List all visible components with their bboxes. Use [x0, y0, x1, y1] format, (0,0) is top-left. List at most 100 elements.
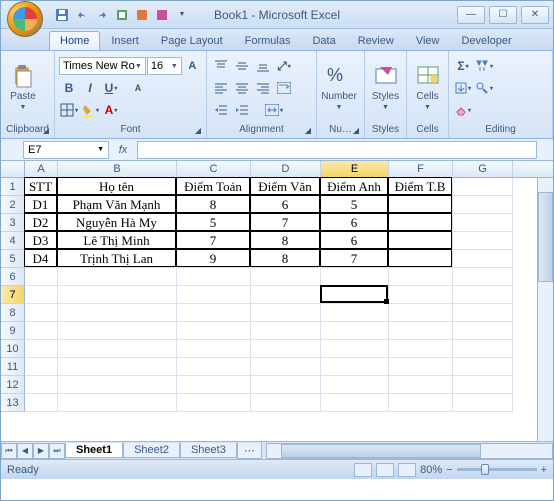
zoom-level[interactable]: 80%	[420, 464, 442, 476]
cell-C12[interactable]	[177, 376, 251, 394]
cell-F7[interactable]	[389, 286, 453, 304]
row-header-1[interactable]: 1	[1, 178, 25, 196]
tab-home[interactable]: Home	[49, 31, 100, 50]
zoom-in-button[interactable]: +	[541, 464, 547, 476]
cell-A13[interactable]	[25, 394, 58, 412]
cell-F6[interactable]	[389, 268, 453, 286]
shrink-font-button[interactable]: A	[128, 78, 148, 98]
cell-C6[interactable]	[177, 268, 251, 286]
cell-B12[interactable]	[58, 376, 177, 394]
clear-button[interactable]: ▾	[453, 100, 473, 120]
cell-C3[interactable]: 5	[176, 213, 250, 231]
tab-data[interactable]: Data	[301, 31, 346, 50]
sheet-nav-first[interactable]: ⏮	[1, 443, 17, 459]
column-header-C[interactable]: C	[177, 161, 251, 177]
cell-B3[interactable]: Nguyễn Hà My	[57, 213, 176, 231]
cell-A7[interactable]	[25, 286, 58, 304]
hscroll-thumb[interactable]	[281, 444, 481, 458]
sheet-tab-2[interactable]: Sheet2	[123, 443, 180, 458]
cell-D10[interactable]	[251, 340, 321, 358]
row-header-13[interactable]: 13	[1, 394, 25, 412]
sheet-nav-prev[interactable]: ◀	[17, 443, 33, 459]
cell-G4[interactable]	[453, 232, 513, 250]
qat-icon-3[interactable]	[153, 6, 171, 24]
cell-F8[interactable]	[389, 304, 453, 322]
page-layout-view-button[interactable]	[376, 463, 394, 477]
cell-C9[interactable]	[177, 322, 251, 340]
cell-E7[interactable]	[321, 286, 389, 304]
cell-C8[interactable]	[177, 304, 251, 322]
cell-E13[interactable]	[321, 394, 389, 412]
select-all-corner[interactable]	[1, 161, 25, 177]
page-break-view-button[interactable]	[398, 463, 416, 477]
cell-E12[interactable]	[321, 376, 389, 394]
close-button[interactable]: ✕	[521, 6, 549, 24]
cell-A3[interactable]: D2	[24, 213, 57, 231]
autosum-button[interactable]: Σ▾	[453, 56, 473, 76]
paste-button[interactable]: Paste ▼	[5, 56, 41, 120]
row-header-12[interactable]: 12	[1, 376, 25, 394]
cell-B4[interactable]: Lê Thị Minh	[57, 231, 176, 249]
alignment-launcher[interactable]: ◢	[302, 124, 314, 136]
cell-F11[interactable]	[389, 358, 453, 376]
zoom-out-button[interactable]: −	[446, 464, 452, 476]
cell-F10[interactable]	[389, 340, 453, 358]
font-color-button[interactable]: A▾	[101, 100, 121, 120]
fill-color-button[interactable]: ▾	[80, 100, 100, 120]
cell-B2[interactable]: Phạm Văn Mạnh	[57, 195, 176, 213]
row-header-4[interactable]: 4	[1, 232, 25, 250]
formula-input[interactable]	[137, 141, 537, 159]
sheet-nav-last[interactable]: ⏭	[49, 443, 65, 459]
bold-button[interactable]: B	[59, 78, 79, 98]
cell-E4[interactable]: 6	[320, 231, 388, 249]
align-right-button[interactable]	[253, 78, 273, 98]
cell-C2[interactable]: 8	[176, 195, 250, 213]
clipboard-launcher[interactable]: ◢	[40, 124, 52, 136]
undo-icon[interactable]	[73, 6, 91, 24]
cell-C11[interactable]	[177, 358, 251, 376]
font-size-combo[interactable]: 16▼	[147, 57, 182, 75]
column-header-E[interactable]: E	[321, 161, 389, 177]
column-header-A[interactable]: A	[25, 161, 58, 177]
save-icon[interactable]	[53, 6, 71, 24]
cell-G8[interactable]	[453, 304, 513, 322]
column-header-B[interactable]: B	[58, 161, 177, 177]
cell-D4[interactable]: 8	[250, 231, 320, 249]
cell-F13[interactable]	[389, 394, 453, 412]
cell-C1[interactable]: Điểm Toán	[176, 177, 250, 195]
cell-E10[interactable]	[321, 340, 389, 358]
cell-F12[interactable]	[389, 376, 453, 394]
align-bottom-button[interactable]	[253, 56, 273, 76]
align-center-button[interactable]	[232, 78, 252, 98]
tab-developer[interactable]: Developer	[450, 31, 522, 50]
cell-G9[interactable]	[453, 322, 513, 340]
cell-G1[interactable]	[453, 178, 513, 196]
decrease-indent-button[interactable]	[211, 100, 231, 120]
cell-E2[interactable]: 5	[320, 195, 388, 213]
find-select-button[interactable]: ▾	[474, 78, 494, 98]
cell-B1[interactable]: Họ tên	[57, 177, 176, 195]
cell-G10[interactable]	[453, 340, 513, 358]
normal-view-button[interactable]	[354, 463, 372, 477]
cell-D1[interactable]: Điểm Văn	[250, 177, 320, 195]
column-header-D[interactable]: D	[251, 161, 321, 177]
sort-filter-button[interactable]: ▾	[474, 56, 494, 76]
row-header-10[interactable]: 10	[1, 340, 25, 358]
cell-C10[interactable]	[177, 340, 251, 358]
cell-A2[interactable]: D1	[24, 195, 57, 213]
sheet-tab-1[interactable]: Sheet1	[65, 443, 123, 458]
cell-C7[interactable]	[177, 286, 251, 304]
cell-A8[interactable]	[25, 304, 58, 322]
tab-page-layout[interactable]: Page Layout	[150, 31, 234, 50]
cell-A4[interactable]: D3	[24, 231, 57, 249]
row-header-3[interactable]: 3	[1, 214, 25, 232]
cell-D6[interactable]	[251, 268, 321, 286]
qat-dropdown[interactable]: ▼	[173, 6, 191, 24]
orientation-button[interactable]: ⤢▾	[274, 56, 294, 76]
zoom-slider[interactable]	[457, 468, 537, 471]
tab-review[interactable]: Review	[347, 31, 405, 50]
grow-font-button[interactable]: A	[183, 56, 202, 76]
cells-area[interactable]: STTHọ tênĐiểm ToánĐiểm VănĐiểm AnhĐiểm T…	[25, 178, 553, 412]
cell-C13[interactable]	[177, 394, 251, 412]
cell-D13[interactable]	[251, 394, 321, 412]
